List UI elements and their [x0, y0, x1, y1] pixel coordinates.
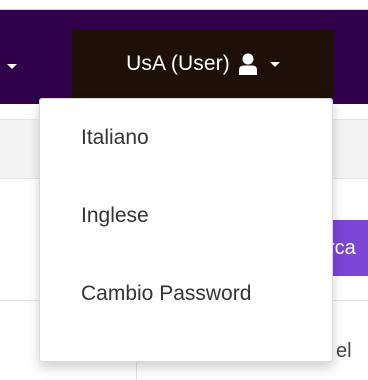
- caret-down-icon[interactable]: [7, 64, 17, 69]
- user-menu-label: UsA (User): [126, 52, 230, 75]
- table-cell-text: el: [336, 340, 352, 362]
- menu-item-inglese[interactable]: Inglese: [40, 196, 332, 274]
- browser-top-strip: [0, 0, 368, 10]
- caret-down-icon: [269, 61, 280, 67]
- user-icon: [238, 53, 258, 75]
- user-menu-button[interactable]: UsA (User): [72, 30, 334, 98]
- user-dropdown-menu: Italiano Inglese Cambio Password: [39, 98, 333, 362]
- menu-item-italiano[interactable]: Italiano: [40, 118, 332, 196]
- menu-item-cambio-password[interactable]: Cambio Password: [40, 274, 332, 352]
